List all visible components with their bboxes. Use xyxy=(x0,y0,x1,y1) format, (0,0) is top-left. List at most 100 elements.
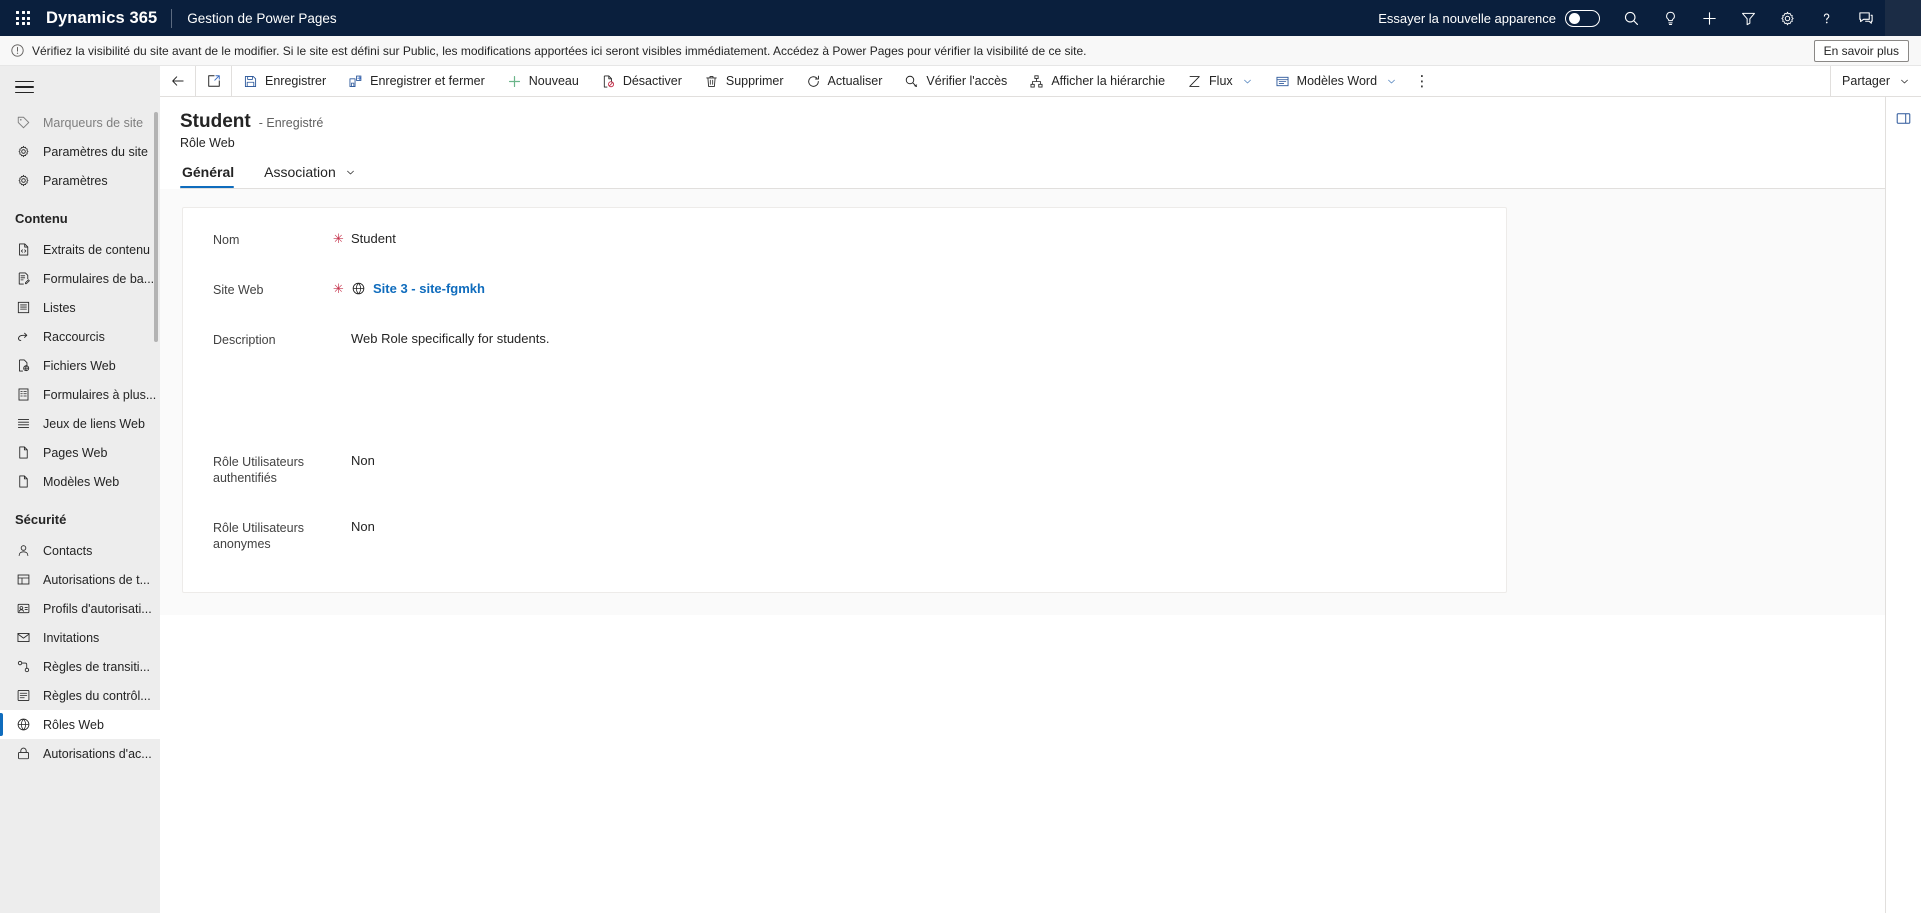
sidebar-scroll-region[interactable]: Marqueurs de site Paramètres du site Par… xyxy=(0,108,160,913)
header-actions: Essayer la nouvelle apparence xyxy=(1378,0,1921,36)
app-header: Dynamics 365 Gestion de Power Pages Essa… xyxy=(0,0,1921,36)
side-panel-icon[interactable] xyxy=(1889,104,1919,132)
share-button[interactable]: Partager xyxy=(1831,66,1921,97)
sidebar-item-contacts[interactable]: Contacts xyxy=(0,536,160,565)
sidebar-item-regles-de-transition[interactable]: Règles de transiti... xyxy=(0,652,160,681)
back-arrow-icon[interactable] xyxy=(160,66,195,97)
waffle-icon[interactable] xyxy=(0,0,46,36)
sidebar-item-label: Contacts xyxy=(43,543,93,558)
tab-association[interactable]: Association xyxy=(262,164,370,188)
filter-icon[interactable] xyxy=(1729,0,1768,36)
sidebar-item-extraits-de-contenu[interactable]: Extraits de contenu xyxy=(0,235,160,264)
command-overflow-button[interactable]: ⋮ xyxy=(1408,66,1436,97)
new-button[interactable]: Nouveau xyxy=(496,66,590,97)
tab-general[interactable]: Général xyxy=(180,164,248,188)
contact-icon xyxy=(15,543,32,558)
sidebar-item-modeles-web[interactable]: Modèles Web xyxy=(0,467,160,496)
field-value-role-anonymes[interactable]: Non xyxy=(351,518,375,534)
sidebar: Marqueurs de site Paramètres du site Par… xyxy=(0,66,160,913)
brand-title[interactable]: Dynamics 365 xyxy=(46,9,171,28)
flows-button[interactable]: Flux xyxy=(1176,66,1264,97)
gear-site-icon xyxy=(15,144,32,159)
chevron-down-icon xyxy=(1897,76,1910,87)
search-icon[interactable] xyxy=(1612,0,1651,36)
field-value-site-web[interactable]: Site 3 - site-fgmkh xyxy=(351,280,485,296)
sidebar-item-profils-autorisation[interactable]: Profils d'autorisati... xyxy=(0,594,160,623)
multistep-form-icon xyxy=(15,387,32,402)
form-area: Student - Enregistré Rôle Web Général As… xyxy=(160,97,1921,913)
field-label: Description xyxy=(213,333,276,347)
toggle-switch[interactable] xyxy=(1565,9,1600,27)
new-look-toggle[interactable]: Essayer la nouvelle apparence xyxy=(1378,9,1612,27)
sidebar-item-formulaires-a-plusieurs-etapes[interactable]: Formulaires à plus... xyxy=(0,380,160,409)
sidebar-item-label: Paramètres xyxy=(43,173,108,188)
sidebar-item-formulaires-de-base[interactable]: Formulaires de ba... xyxy=(0,264,160,293)
sidebar-item-label: Fichiers Web xyxy=(43,358,116,373)
sidebar-item-pages-web[interactable]: Pages Web xyxy=(0,438,160,467)
sidebar-item-label: Formulaires de ba... xyxy=(43,271,155,286)
plus-icon xyxy=(507,74,522,89)
delete-label: Supprimer xyxy=(725,74,784,88)
sidebar-item-label: Règles du contrôl... xyxy=(43,688,151,703)
sidebar-item-parametres[interactable]: Paramètres xyxy=(0,166,160,195)
check-access-button[interactable]: Vérifier l'accès xyxy=(893,66,1018,97)
deactivate-button[interactable]: Désactiver xyxy=(590,66,693,97)
sidebar-item-label: Extraits de contenu xyxy=(43,242,151,257)
access-permission-icon xyxy=(15,746,32,761)
sidebar-item-listes[interactable]: Listes xyxy=(0,293,160,322)
sidebar-item-label: Paramètres du site xyxy=(43,144,148,159)
sidebar-item-fichiers-web[interactable]: Fichiers Web xyxy=(0,351,160,380)
show-hierarchy-button[interactable]: Afficher la hiérarchie xyxy=(1018,66,1176,97)
plus-icon[interactable] xyxy=(1690,0,1729,36)
save-label: Enregistrer xyxy=(265,74,327,88)
deactivate-icon xyxy=(601,74,616,89)
record-entity-name: Rôle Web xyxy=(180,136,235,150)
sidebar-scrollbar[interactable] xyxy=(154,112,158,342)
sidebar-item-autorisations-de-table[interactable]: Autorisations de t... xyxy=(0,565,160,594)
delete-button[interactable]: Supprimer xyxy=(693,66,795,97)
popout-icon[interactable] xyxy=(196,66,231,97)
required-indicator: ✳ xyxy=(333,281,344,296)
sidebar-group-securite: Sécurité xyxy=(15,512,67,527)
feedback-icon[interactable] xyxy=(1846,0,1885,36)
sidebar-item-label: Jeux de liens Web xyxy=(43,416,145,431)
lightbulb-icon[interactable] xyxy=(1651,0,1690,36)
web-template-icon xyxy=(15,474,32,489)
sidebar-item-invitations[interactable]: Invitations xyxy=(0,623,160,652)
gear-icon[interactable] xyxy=(1768,0,1807,36)
sidebar-item-label: Raccourcis xyxy=(43,329,105,344)
sidebar-item-autorisations-acces[interactable]: Autorisations d'ac... xyxy=(0,739,160,768)
form-background: Nom ✳ Student Site Web ✳ Site 3 - site-f… xyxy=(160,189,1921,615)
refresh-button[interactable]: Actualiser xyxy=(795,66,894,97)
sidebar-item-raccourcis[interactable]: Raccourcis xyxy=(0,322,160,351)
field-value-role-authentifies[interactable]: Non xyxy=(351,452,375,468)
permission-profile-icon xyxy=(15,601,32,616)
save-button[interactable]: Enregistrer xyxy=(232,66,337,97)
sidebar-item-label: Autorisations d'ac... xyxy=(43,746,152,761)
control-rule-icon xyxy=(15,688,32,703)
save-and-close-button[interactable]: Enregistrer et fermer xyxy=(337,66,496,97)
word-templates-button[interactable]: Modèles Word xyxy=(1264,66,1408,97)
refresh-icon xyxy=(806,74,821,89)
sidebar-item-label: Pages Web xyxy=(43,445,108,460)
app-name[interactable]: Gestion de Power Pages xyxy=(172,11,336,26)
help-icon[interactable] xyxy=(1807,0,1846,36)
trash-icon xyxy=(704,74,719,89)
sidebar-item-roles-web[interactable]: Rôles Web xyxy=(0,710,160,739)
required-indicator-empty xyxy=(333,518,351,519)
required-indicator-empty xyxy=(333,452,351,453)
field-value-description[interactable]: Web Role specifically for students. xyxy=(351,330,549,346)
sidebar-item-regles-du-controle[interactable]: Règles du contrôl... xyxy=(0,681,160,710)
sidebar-item-label: Marqueurs de site xyxy=(43,115,144,130)
field-value-nom[interactable]: Student xyxy=(351,230,396,246)
sidebar-item-label: Formulaires à plus... xyxy=(43,387,157,402)
list-icon xyxy=(15,300,32,315)
sidebar-item-marqueurs-de-site[interactable]: Marqueurs de site xyxy=(0,108,160,137)
new-look-label: Essayer la nouvelle apparence xyxy=(1378,10,1556,26)
hamburger-icon[interactable] xyxy=(0,66,160,108)
sidebar-item-parametres-du-site[interactable]: Paramètres du site xyxy=(0,137,160,166)
sidebar-item-jeux-de-liens-web[interactable]: Jeux de liens Web xyxy=(0,409,160,438)
learn-more-button[interactable]: En savoir plus xyxy=(1813,39,1909,62)
hierarchy-icon xyxy=(1029,74,1044,89)
share-label: Partager xyxy=(1842,74,1890,88)
